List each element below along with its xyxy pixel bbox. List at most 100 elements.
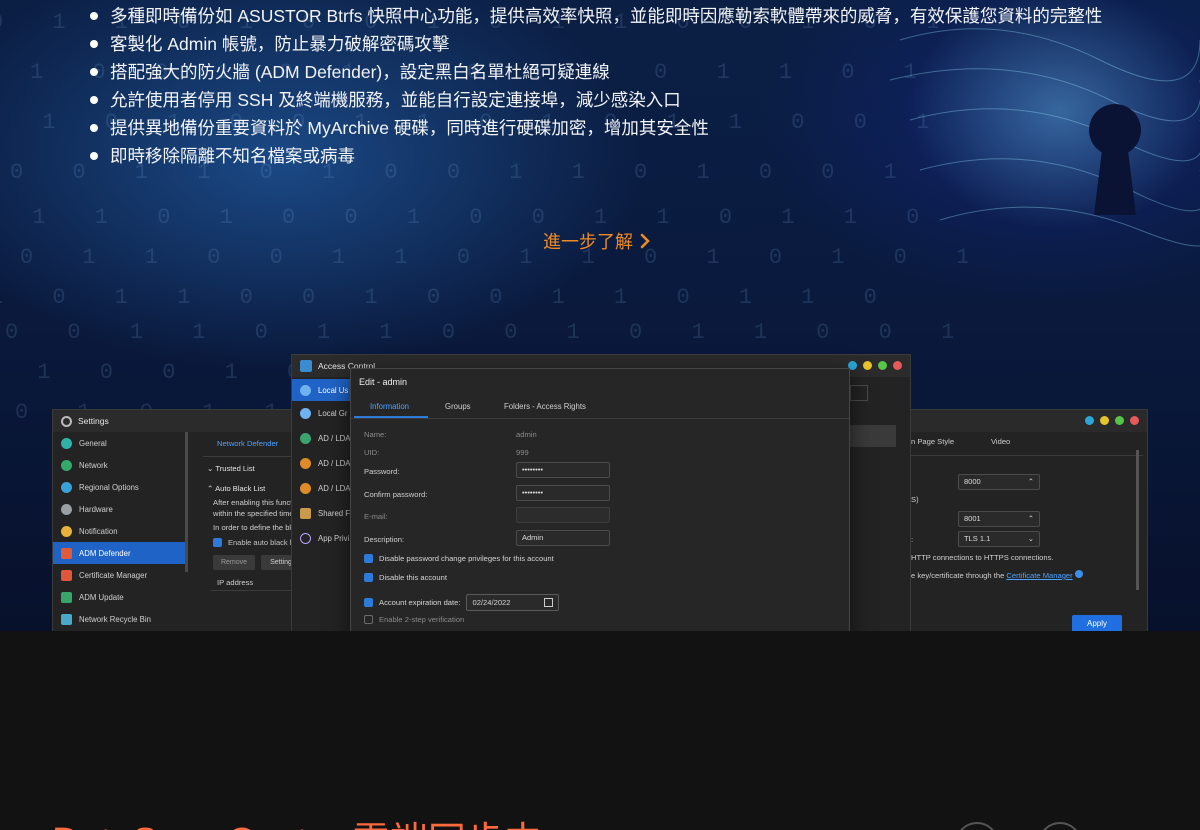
email-label: E-mail:: [364, 512, 388, 521]
recycle-bin-icon: [61, 613, 72, 625]
sidebar-item-certificate[interactable]: Certificate Manager: [53, 564, 185, 586]
notification-icon: [61, 525, 72, 537]
decorative-circle: [1038, 822, 1082, 830]
info-dot[interactable]: [1085, 416, 1094, 425]
section-title: DataSync Center 雲端同步中: [52, 810, 542, 830]
name-label: Name:: [364, 430, 387, 439]
certificate-text: e key/certificate through the Certificat…: [911, 570, 1083, 580]
confirm-password-label: Confirm password:: [364, 490, 428, 499]
email-input[interactable]: [516, 507, 610, 523]
tab-information[interactable]: Information: [370, 402, 409, 411]
window-controls: [848, 361, 902, 370]
certificate-manager-link[interactable]: Certificate Manager: [1006, 571, 1072, 580]
sidebar-item-ad-ldap-groups[interactable]: AD / LDA: [292, 476, 352, 501]
stepper-icon[interactable]: ⌃: [1028, 512, 1034, 526]
sidebar-item-regional[interactable]: Regional Options: [53, 476, 185, 498]
checkbox[interactable]: [364, 615, 373, 624]
window-controls: [1085, 416, 1139, 425]
search-box[interactable]: [850, 385, 868, 401]
checkbox[interactable]: [364, 554, 373, 563]
feature-item: 搭配強大的防火牆 (ADM Defender)，設定黑白名單杜絕可疑連線: [90, 58, 1120, 86]
certificate-icon: [61, 569, 72, 581]
update-icon: [61, 591, 72, 603]
remove-button[interactable]: Remove: [213, 555, 255, 570]
minimize-dot[interactable]: [863, 361, 872, 370]
enable-two-step[interactable]: Enable 2-step verification: [364, 615, 464, 624]
feature-item: 允許使用者停用 SSH 及終端機服務，並能自行設定連接埠，減少感染入口: [90, 86, 1120, 114]
dialog-title: Edit - admin: [359, 377, 408, 387]
ip-address-column: IP address: [217, 578, 254, 587]
folder-icon: [300, 508, 311, 519]
description-input[interactable]: Admin: [516, 530, 610, 546]
auto-black-list-header[interactable]: ⌃ Auto Black List: [207, 484, 265, 493]
maximize-dot[interactable]: [878, 361, 887, 370]
feature-list: 多種即時備份如 ASUSTOR Btrfs 快照中心功能，提供高效率快照，並能即…: [90, 2, 1120, 170]
tls-label: :: [911, 535, 914, 544]
chevron-down-icon: ⌄: [1027, 534, 1034, 543]
close-dot[interactable]: [1130, 416, 1139, 425]
https-port-input[interactable]: 8001 ⌃: [958, 511, 1040, 527]
description-text: After enabling this functi: [213, 498, 295, 507]
scrollbar[interactable]: [1136, 450, 1139, 590]
expiration-date-input[interactable]: 02/24/2022: [466, 594, 560, 611]
maximize-dot[interactable]: [1115, 416, 1124, 425]
sidebar-item-local-users[interactable]: Local Us: [292, 379, 352, 401]
checkbox[interactable]: [364, 573, 373, 582]
tab-folder-access-rights[interactable]: Folders - Access Rights: [504, 402, 586, 411]
tab-network-defender[interactable]: Network Defender: [217, 439, 278, 448]
sidebar-item-recycle-bin[interactable]: Network Recycle Bin: [53, 608, 185, 630]
learn-more-link[interactable]: 進一步了解: [543, 228, 651, 254]
disable-password-change[interactable]: Disable password change privileges for t…: [364, 554, 554, 563]
sidebar-item-general[interactable]: General: [53, 432, 185, 454]
chevron-right-icon: [640, 233, 650, 249]
password-input[interactable]: ••••••••: [516, 462, 610, 478]
checkbox[interactable]: [213, 538, 222, 547]
http-port-input[interactable]: 8000 ⌃: [958, 474, 1040, 490]
shield-icon: [61, 547, 72, 559]
close-dot[interactable]: [893, 361, 902, 370]
sidebar-item-shared-folders[interactable]: Shared F: [292, 501, 352, 526]
info-icon[interactable]: [1074, 570, 1083, 578]
feature-item: 提供異地備份重要資料於 MyArchive 硬碟，同時進行硬碟加密，增加其安全性: [90, 114, 1120, 142]
checkbox[interactable]: [364, 598, 373, 607]
description-text: within the specified time: [213, 509, 294, 518]
sidebar-scrollbar[interactable]: [185, 432, 188, 572]
tab-page-style[interactable]: n Page Style: [911, 437, 954, 446]
tab-video[interactable]: Video: [991, 437, 1010, 446]
sidebar-item-ad-ldap-users[interactable]: AD / LDA: [292, 451, 352, 476]
description-text: In order to define the bla: [213, 523, 296, 532]
tls-select[interactable]: TLS 1.1 ⌄: [958, 531, 1040, 547]
sidebar-item-adm-defender[interactable]: ADM Defender: [53, 542, 185, 564]
divider: [903, 455, 1143, 456]
uid-label: UID:: [364, 448, 380, 457]
https-label: S): [911, 495, 919, 504]
account-expiration[interactable]: Account expiration date: 02/24/2022: [364, 594, 560, 611]
trusted-list-header[interactable]: ⌄ Trusted List: [207, 464, 255, 473]
calendar-icon[interactable]: [544, 598, 554, 607]
sidebar-item-ad-ldap[interactable]: AD / LDA: [292, 426, 352, 451]
description-label: Description:: [364, 535, 405, 544]
sidebar-item-network[interactable]: Network: [53, 454, 185, 476]
selected-row[interactable]: [850, 425, 896, 447]
stepper-icon[interactable]: ⌃: [1028, 475, 1034, 489]
access-control-icon: [300, 360, 312, 372]
feature-item: 即時移除隔離不知名檔案或病毒: [90, 142, 1120, 170]
sidebar-item-local-groups[interactable]: Local Gr: [292, 401, 352, 426]
https-redirect-text: HTTP connections to HTTPS connections.: [911, 553, 1054, 562]
user-icon: [300, 458, 311, 469]
sidebar-item-notification[interactable]: Notification: [53, 520, 185, 542]
confirm-password-input[interactable]: ••••••••: [516, 485, 610, 501]
disable-account[interactable]: Disable this account: [364, 573, 447, 582]
apply-button[interactable]: Apply: [1072, 615, 1122, 631]
gear-icon: [61, 415, 72, 427]
sidebar-item-app-privileges[interactable]: App Privi: [292, 526, 352, 551]
minimize-dot[interactable]: [1100, 416, 1109, 425]
enable-auto-black-list[interactable]: Enable auto black lis: [213, 538, 297, 547]
name-value: admin: [516, 430, 537, 439]
globe-icon: [61, 481, 72, 493]
general-icon: [61, 437, 72, 449]
tab-groups[interactable]: Groups: [445, 402, 471, 411]
decorative-circle: [955, 822, 999, 830]
sidebar-item-adm-update[interactable]: ADM Update: [53, 586, 185, 608]
sidebar-item-hardware[interactable]: Hardware: [53, 498, 185, 520]
